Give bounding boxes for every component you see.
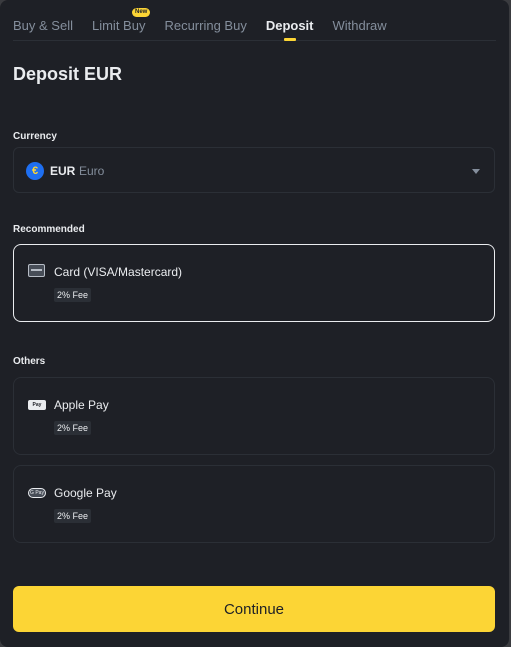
- page-title: Deposit EUR: [13, 64, 123, 84]
- google-pay-option[interactable]: G Pay Google Pay 2% Fee: [13, 465, 495, 543]
- apple-pay-option[interactable]: Pay Apple Pay 2% Fee: [13, 377, 495, 455]
- chevron-down-icon: [472, 169, 480, 174]
- fee-badge: 2% Fee: [54, 288, 92, 302]
- method-name: Apple Pay: [54, 398, 109, 412]
- continue-button[interactable]: Continue: [13, 586, 495, 632]
- deposit-panel: Buy & Sell Limit Buy New Recurring Buy D…: [0, 0, 509, 647]
- tab-label: Buy & Sell: [13, 17, 73, 33]
- fee-badge: 2% Fee: [54, 509, 92, 523]
- tab-bar: Buy & Sell Limit Buy New Recurring Buy D…: [13, 0, 496, 41]
- new-badge: New: [131, 7, 151, 17]
- tab-recurring-buy[interactable]: Recurring Buy: [164, 0, 246, 41]
- method-name: Google Pay: [54, 486, 117, 500]
- currency-code: EUR: [50, 164, 76, 178]
- currency-select[interactable]: € EUR Euro: [13, 147, 495, 193]
- fee-badge: 2% Fee: [54, 421, 92, 435]
- method-name: Card (VISA/Mastercard): [54, 265, 183, 279]
- others-label: Others: [13, 356, 46, 367]
- google-pay-icon: G Pay: [28, 488, 46, 498]
- tab-buy-sell[interactable]: Buy & Sell: [13, 0, 73, 41]
- tab-deposit[interactable]: Deposit: [266, 0, 314, 41]
- google-pay-logo-text: G Pay: [28, 488, 46, 498]
- tab-limit-buy[interactable]: Limit Buy New: [91, 0, 151, 41]
- tab-label: Withdraw: [332, 17, 387, 33]
- card-icon: [28, 264, 45, 277]
- apple-pay-icon: Pay: [28, 400, 46, 410]
- tab-label: Recurring Buy: [164, 17, 247, 33]
- tab-withdraw[interactable]: Withdraw: [333, 0, 387, 41]
- tab-label: Deposit: [265, 17, 314, 33]
- currency-label: Currency: [13, 131, 57, 142]
- recommended-label: Recommended: [13, 224, 85, 235]
- card-option[interactable]: Card (VISA/Mastercard) 2% Fee: [13, 244, 495, 322]
- apple-pay-logo-text: Pay: [28, 400, 46, 410]
- currency-name: Euro: [79, 164, 105, 178]
- tab-label: Limit Buy: [91, 17, 146, 33]
- euro-coin-icon: €: [26, 162, 44, 180]
